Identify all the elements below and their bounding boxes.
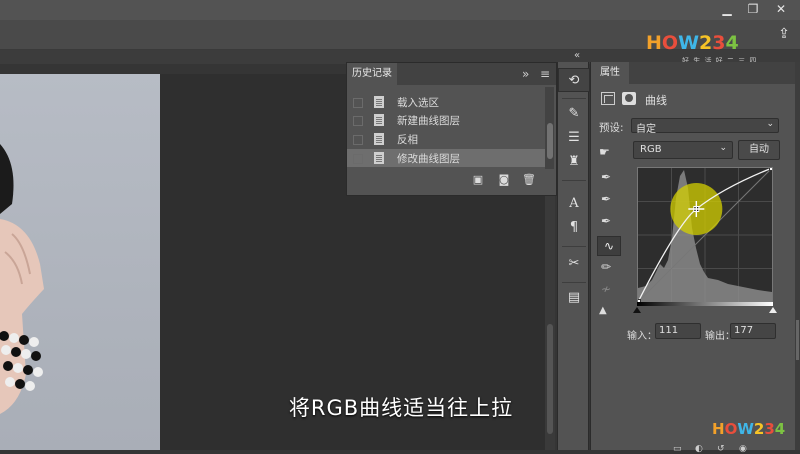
history-state-icon [374,152,384,164]
draw-curve-pencil-icon[interactable]: ✏ [601,260,619,278]
white-point-eyedropper-icon[interactable]: ✒ [601,214,619,232]
panel-menu-icon[interactable]: ≡ [540,67,550,81]
clipping-warning-icon[interactable]: ▲ [599,305,621,321]
collapse-panels-icon[interactable]: « [574,50,580,62]
edit-points-curve-icon[interactable]: ∿ [597,236,621,256]
mask-icon[interactable] [622,92,636,105]
history-state-icon [374,114,384,126]
history-item-label: 载入选区 [397,97,439,109]
history-panel-header: 历史记录 » ≡ [347,63,556,85]
properties-tab[interactable]: 属性 [591,62,629,84]
new-snapshot-icon[interactable]: ▣ [471,173,485,187]
chevron-down-icon: ⌄ [719,143,727,153]
black-point-slider[interactable] [633,307,641,313]
history-scroll-thumb[interactable] [547,123,553,159]
gray-point-eyedropper-icon[interactable]: ✒ [601,192,619,210]
preset-label: 预设: [599,122,624,134]
properties-panel-header: 属性 [591,62,796,84]
view-previous-icon[interactable]: ◐ [695,444,703,454]
trash-icon[interactable]: 🗑 [522,173,536,187]
camera-icon[interactable]: ◙ [497,173,511,187]
layer-type-label: 曲线 [645,94,667,107]
history-source-checkbox[interactable] [353,135,363,145]
white-point-slider[interactable] [769,307,777,313]
properties-panel: 属性 曲线 预设: 自定 ⌄ ☛ RGB ⌄ 自动 ✒ ✒ ✒ ∿ ✏ ≁ ▲ [590,62,796,454]
panel-scroll-thumb[interactable] [796,320,799,360]
output-field[interactable]: 177 [730,323,776,339]
minimize-button[interactable]: ▁ [714,0,740,18]
channel-value: RGB [640,144,662,155]
chevron-down-icon: ⌄ [766,119,774,129]
history-item[interactable]: 载入选区 [347,93,545,111]
paragraph-icon[interactable]: ¶ [558,216,590,240]
divider [562,282,586,283]
watermark-logo-bottom: HOW234 [712,420,786,438]
watermark-logo-top: HOW234 [646,32,739,54]
clip-to-layer-icon[interactable]: ▭ [673,444,682,454]
clone-source-icon[interactable]: ♜ [558,150,590,174]
history-source-checkbox[interactable] [353,154,363,164]
divider [562,180,586,181]
smooth-curve-icon[interactable]: ≁ [601,282,619,300]
auto-button[interactable]: 自动 [738,140,780,160]
history-item[interactable]: 新建曲线图层 [347,111,545,129]
restore-button[interactable]: ❐ [740,0,766,18]
history-source-checkbox[interactable] [353,116,363,126]
collapse-icon[interactable]: » [522,67,529,81]
brush-icon[interactable]: ✎ [558,102,590,126]
share-icon[interactable]: ⇪ [776,26,792,42]
input-field[interactable]: 111 [655,323,701,339]
character-icon[interactable]: A [558,192,590,216]
target-adjust-hand-icon[interactable]: ☛ [599,145,617,161]
curves-graph[interactable] [637,167,773,303]
tools-icon[interactable]: ✂ [558,252,590,276]
panel-icon-strip: ⟲ ✎ ☰ ♜ A ¶ ✂ ▤ [557,62,590,450]
input-label: 输入： [627,331,657,342]
preset-value: 自定 [636,124,656,135]
history-item-label: 修改曲线图层 [397,153,460,165]
history-state-icon [374,133,384,145]
channel-dropdown[interactable]: RGB ⌄ [633,141,733,159]
history-panel-icon[interactable]: ⟲ [558,68,590,92]
canvas-photo [0,74,160,450]
canvas-scroll-thumb[interactable] [547,324,553,434]
curve-point[interactable] [769,168,773,171]
history-source-checkbox[interactable] [353,98,363,108]
black-point-eyedropper-icon[interactable]: ✒ [601,170,619,188]
history-panel: 历史记录 » ≡ 载入选区 新建曲线图层 反相 修改曲线图层 ▣ ◙ 🗑 [346,62,557,196]
libraries-icon[interactable]: ▤ [558,286,590,310]
visibility-icon[interactable]: ◉ [739,444,747,454]
title-bar: ▁ ❐ ✕ [0,0,800,20]
divider [562,98,586,99]
history-item[interactable]: 反相 [347,130,545,148]
panel-scrollbar[interactable] [795,62,800,450]
preset-dropdown[interactable]: 自定 ⌄ [631,118,779,135]
input-gradient-bar [637,302,773,306]
history-item-label: 反相 [397,134,418,146]
history-item-label: 新建曲线图层 [397,115,460,127]
close-button[interactable]: ✕ [768,0,794,18]
adjustments-icon[interactable]: ☰ [558,126,590,150]
history-state-icon [374,96,384,108]
history-item-selected[interactable]: 修改曲线图层 [347,149,545,167]
divider [562,246,586,247]
video-subtitle: 将RGB曲线适当往上拉 [288,396,514,420]
curves-adjustment-icon [601,92,615,105]
history-tab[interactable]: 历史记录 [347,63,397,85]
reset-icon[interactable]: ↺ [717,444,725,454]
